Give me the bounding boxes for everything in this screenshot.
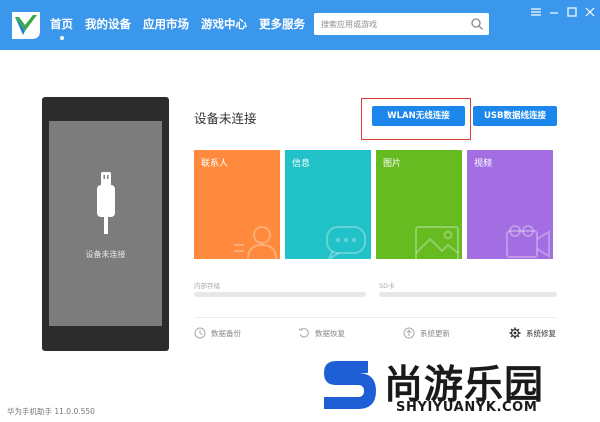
nav-my-device[interactable]: 我的设备: [85, 0, 131, 50]
app-logo-icon: [12, 12, 40, 39]
tile-photos[interactable]: 图片: [376, 150, 462, 259]
gear-icon: [509, 327, 521, 339]
tile-videos-label: 视频: [474, 159, 493, 169]
system-repair-action[interactable]: 系统修复: [509, 326, 556, 340]
search-icon[interactable]: [470, 17, 484, 31]
data-backup-label: 数据备份: [211, 328, 241, 338]
close-icon[interactable]: [583, 5, 597, 19]
message-icon: [326, 226, 366, 259]
watermark: 尚游乐园 SHYIYUANYK.COM: [312, 352, 600, 422]
data-restore-action[interactable]: 数据恢复: [298, 326, 345, 340]
tile-photos-label: 图片: [383, 159, 402, 169]
menu-icon[interactable]: [529, 5, 543, 19]
main-nav: 首页 我的设备 应用市场 游戏中心 更多服务: [50, 0, 317, 50]
tile-messages-label: 信息: [292, 159, 311, 169]
contacts-icon: [234, 226, 277, 259]
internal-storage-label: 内部存储: [194, 282, 220, 290]
system-update-action[interactable]: 系统更新: [403, 326, 450, 340]
tile-videos[interactable]: 视频: [467, 150, 553, 259]
usb-cable-icon: [97, 172, 115, 234]
search-input[interactable]: [314, 13, 464, 35]
nav-home[interactable]: 首页: [50, 0, 73, 50]
tile-contacts[interactable]: 联系人: [194, 150, 280, 259]
title-bar: 首页 我的设备 应用市场 游戏中心 更多服务: [0, 0, 600, 50]
connection-status-title: 设备未连接: [194, 111, 257, 126]
wlan-connect-button[interactable]: WLAN无线连接: [372, 106, 465, 126]
nav-app-market[interactable]: 应用市场: [143, 0, 189, 50]
system-repair-label: 系统修复: [526, 328, 556, 338]
nav-game-center[interactable]: 游戏中心: [201, 0, 247, 50]
version-text: 华为手机助手 11.0.0.550: [7, 407, 95, 416]
search-box: [314, 13, 489, 35]
data-restore-label: 数据恢复: [315, 328, 345, 338]
watermark-url: SHYIYUANYK.COM: [396, 400, 538, 415]
phone-illustration: 设备未连接: [42, 97, 169, 351]
restore-icon: [298, 327, 309, 338]
sd-card-bar: [379, 292, 557, 297]
video-icon: [506, 225, 550, 258]
phone-screen: 设备未连接: [49, 121, 162, 326]
maximize-icon[interactable]: [565, 5, 579, 19]
watermark-logo-icon: [324, 361, 376, 409]
sd-card-label: SD卡: [379, 282, 395, 290]
nav-more-services[interactable]: 更多服务: [259, 0, 305, 50]
tile-messages[interactable]: 信息: [285, 150, 371, 259]
update-icon: [403, 327, 415, 339]
system-update-label: 系统更新: [420, 328, 450, 338]
usb-connect-button[interactable]: USB数据线连接: [473, 106, 557, 126]
phone-status-text: 设备未连接: [85, 250, 126, 259]
divider: [194, 317, 557, 318]
data-backup-action[interactable]: 数据备份: [194, 326, 241, 340]
internal-storage-bar: [194, 292, 366, 297]
minimize-icon[interactable]: [547, 5, 561, 19]
picture-icon: [415, 226, 459, 259]
backup-icon: [194, 327, 206, 339]
tile-contacts-label: 联系人: [201, 159, 229, 169]
